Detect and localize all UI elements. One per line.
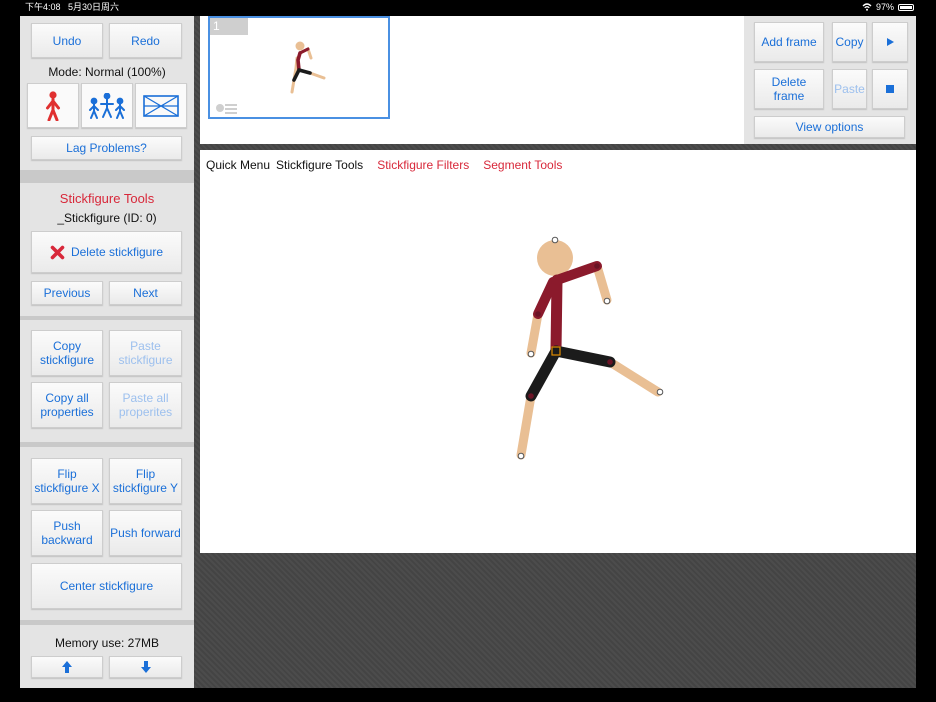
app-window: Undo Redo Mode: Normal (100%) Lag Proble… xyxy=(20,16,916,688)
joint-handle-left-knee[interactable] xyxy=(528,393,534,399)
stop-icon xyxy=(886,85,894,93)
joint-handle-head[interactable] xyxy=(551,236,559,244)
next-button[interactable]: Next xyxy=(109,281,182,305)
battery-percent: 97% xyxy=(875,2,894,12)
left-upper-arm[interactable] xyxy=(533,277,558,319)
redo-button[interactable]: Redo xyxy=(109,23,182,58)
stickfigure[interactable] xyxy=(200,150,916,553)
paste-stickfigure-button[interactable]: Paste stickfigure xyxy=(109,330,182,376)
delete-x-icon xyxy=(50,245,65,259)
play-icon xyxy=(887,38,894,46)
delete-frame-button[interactable]: Delete frame xyxy=(754,69,824,109)
joint-handle-left-hand[interactable] xyxy=(527,350,535,358)
right-thigh[interactable] xyxy=(550,345,616,368)
drawing-canvas[interactable]: Quick Menu Stickfigure Tools Stickfigure… xyxy=(200,150,916,553)
section-stickfigure-tools: Stickfigure Tools _Stickfigure (ID: 0) D… xyxy=(20,183,194,316)
previous-button[interactable]: Previous xyxy=(31,281,103,305)
center-stickfigure-button[interactable]: Center stickfigure xyxy=(31,563,182,609)
frame-controls: Add frame Copy Delete frame Paste View o… xyxy=(744,16,916,144)
status-right: 97% xyxy=(862,0,914,14)
push-backward-button[interactable]: Push backward xyxy=(31,510,103,556)
view-options-button[interactable]: View options xyxy=(754,116,905,138)
left-shin[interactable] xyxy=(516,391,536,460)
scene-mode-button[interactable] xyxy=(135,83,187,128)
stop-button[interactable] xyxy=(872,69,908,109)
status-time: 下午4:08 xyxy=(25,2,61,12)
sidebar: Undo Redo Mode: Normal (100%) Lag Proble… xyxy=(20,16,194,688)
copy-all-properties-button[interactable]: Copy all properties xyxy=(31,382,103,428)
left-thigh[interactable] xyxy=(525,345,562,402)
joint-handle-right-knee[interactable] xyxy=(607,359,613,365)
single-figure-mode-button[interactable] xyxy=(27,83,79,128)
right-forearm[interactable] xyxy=(592,261,612,305)
copy-stickfigure-button[interactable]: Copy stickfigure xyxy=(31,330,103,376)
tools-title: Stickfigure Tools xyxy=(59,191,155,206)
timeline-bar: 1 Add frame Copy Delete frame Paste View… xyxy=(200,16,916,144)
frame-thumbnail[interactable]: 1 xyxy=(208,16,390,119)
frame-preview-figure xyxy=(216,41,326,114)
joint-handle-right-elbow[interactable] xyxy=(594,263,600,269)
section-memory: Memory use: 27MB xyxy=(20,625,194,688)
right-shin[interactable] xyxy=(605,357,663,397)
arrow-down-icon xyxy=(140,661,151,673)
status-bar: 下午4:08 5月30日周六 97% xyxy=(0,0,936,14)
multi-figure-mode-button[interactable] xyxy=(81,83,133,128)
joint-handle-left-foot[interactable] xyxy=(517,452,525,460)
push-forward-button[interactable]: Push forward xyxy=(109,510,182,556)
delete-stickfigure-button[interactable]: Delete stickfigure xyxy=(31,231,182,273)
stickfigure-id-label: _Stickfigure (ID: 0) xyxy=(57,211,157,225)
joint-handle-left-elbow[interactable] xyxy=(535,311,541,317)
paste-all-properties-button[interactable]: Paste all properites xyxy=(109,382,182,428)
joint-handle-right-hand[interactable] xyxy=(603,297,611,305)
flip-y-button[interactable]: Flip stickfigure Y xyxy=(109,458,182,504)
torso[interactable] xyxy=(550,274,563,356)
left-forearm[interactable] xyxy=(526,309,543,358)
move-down-button[interactable] xyxy=(109,656,182,678)
mode-label: Mode: Normal (100%) xyxy=(48,65,166,79)
joint-handle-right-foot[interactable] xyxy=(656,388,664,396)
move-up-button[interactable] xyxy=(31,656,103,678)
scene-frame-icon xyxy=(143,94,179,117)
lag-problems-button[interactable]: Lag Problems? xyxy=(31,136,182,160)
stickfigure-red-icon xyxy=(46,90,60,121)
status-date: 5月30日周六 xyxy=(68,2,120,12)
head[interactable] xyxy=(537,240,573,276)
group-figures-icon xyxy=(89,92,125,119)
play-button[interactable] xyxy=(872,22,908,62)
memory-label: Memory use: 27MB xyxy=(54,636,160,650)
section-clipboard: Copy stickfigure Paste stickfigure Copy … xyxy=(20,320,194,442)
flip-x-button[interactable]: Flip stickfigure X xyxy=(31,458,103,504)
paste-frame-button[interactable]: Paste xyxy=(832,69,867,109)
wifi-icon xyxy=(862,3,872,11)
battery-icon xyxy=(898,3,914,11)
copy-frame-button[interactable]: Copy xyxy=(832,22,867,62)
arrow-up-icon xyxy=(62,661,72,673)
add-frame-button[interactable]: Add frame xyxy=(754,22,824,62)
delete-stickfigure-label: Delete stickfigure xyxy=(70,245,164,259)
section-general: Undo Redo Mode: Normal (100%) Lag Proble… xyxy=(20,16,194,170)
undo-button[interactable]: Undo xyxy=(31,23,103,58)
section-transform: Flip stickfigure X Flip stickfigure Y Pu… xyxy=(20,447,194,620)
